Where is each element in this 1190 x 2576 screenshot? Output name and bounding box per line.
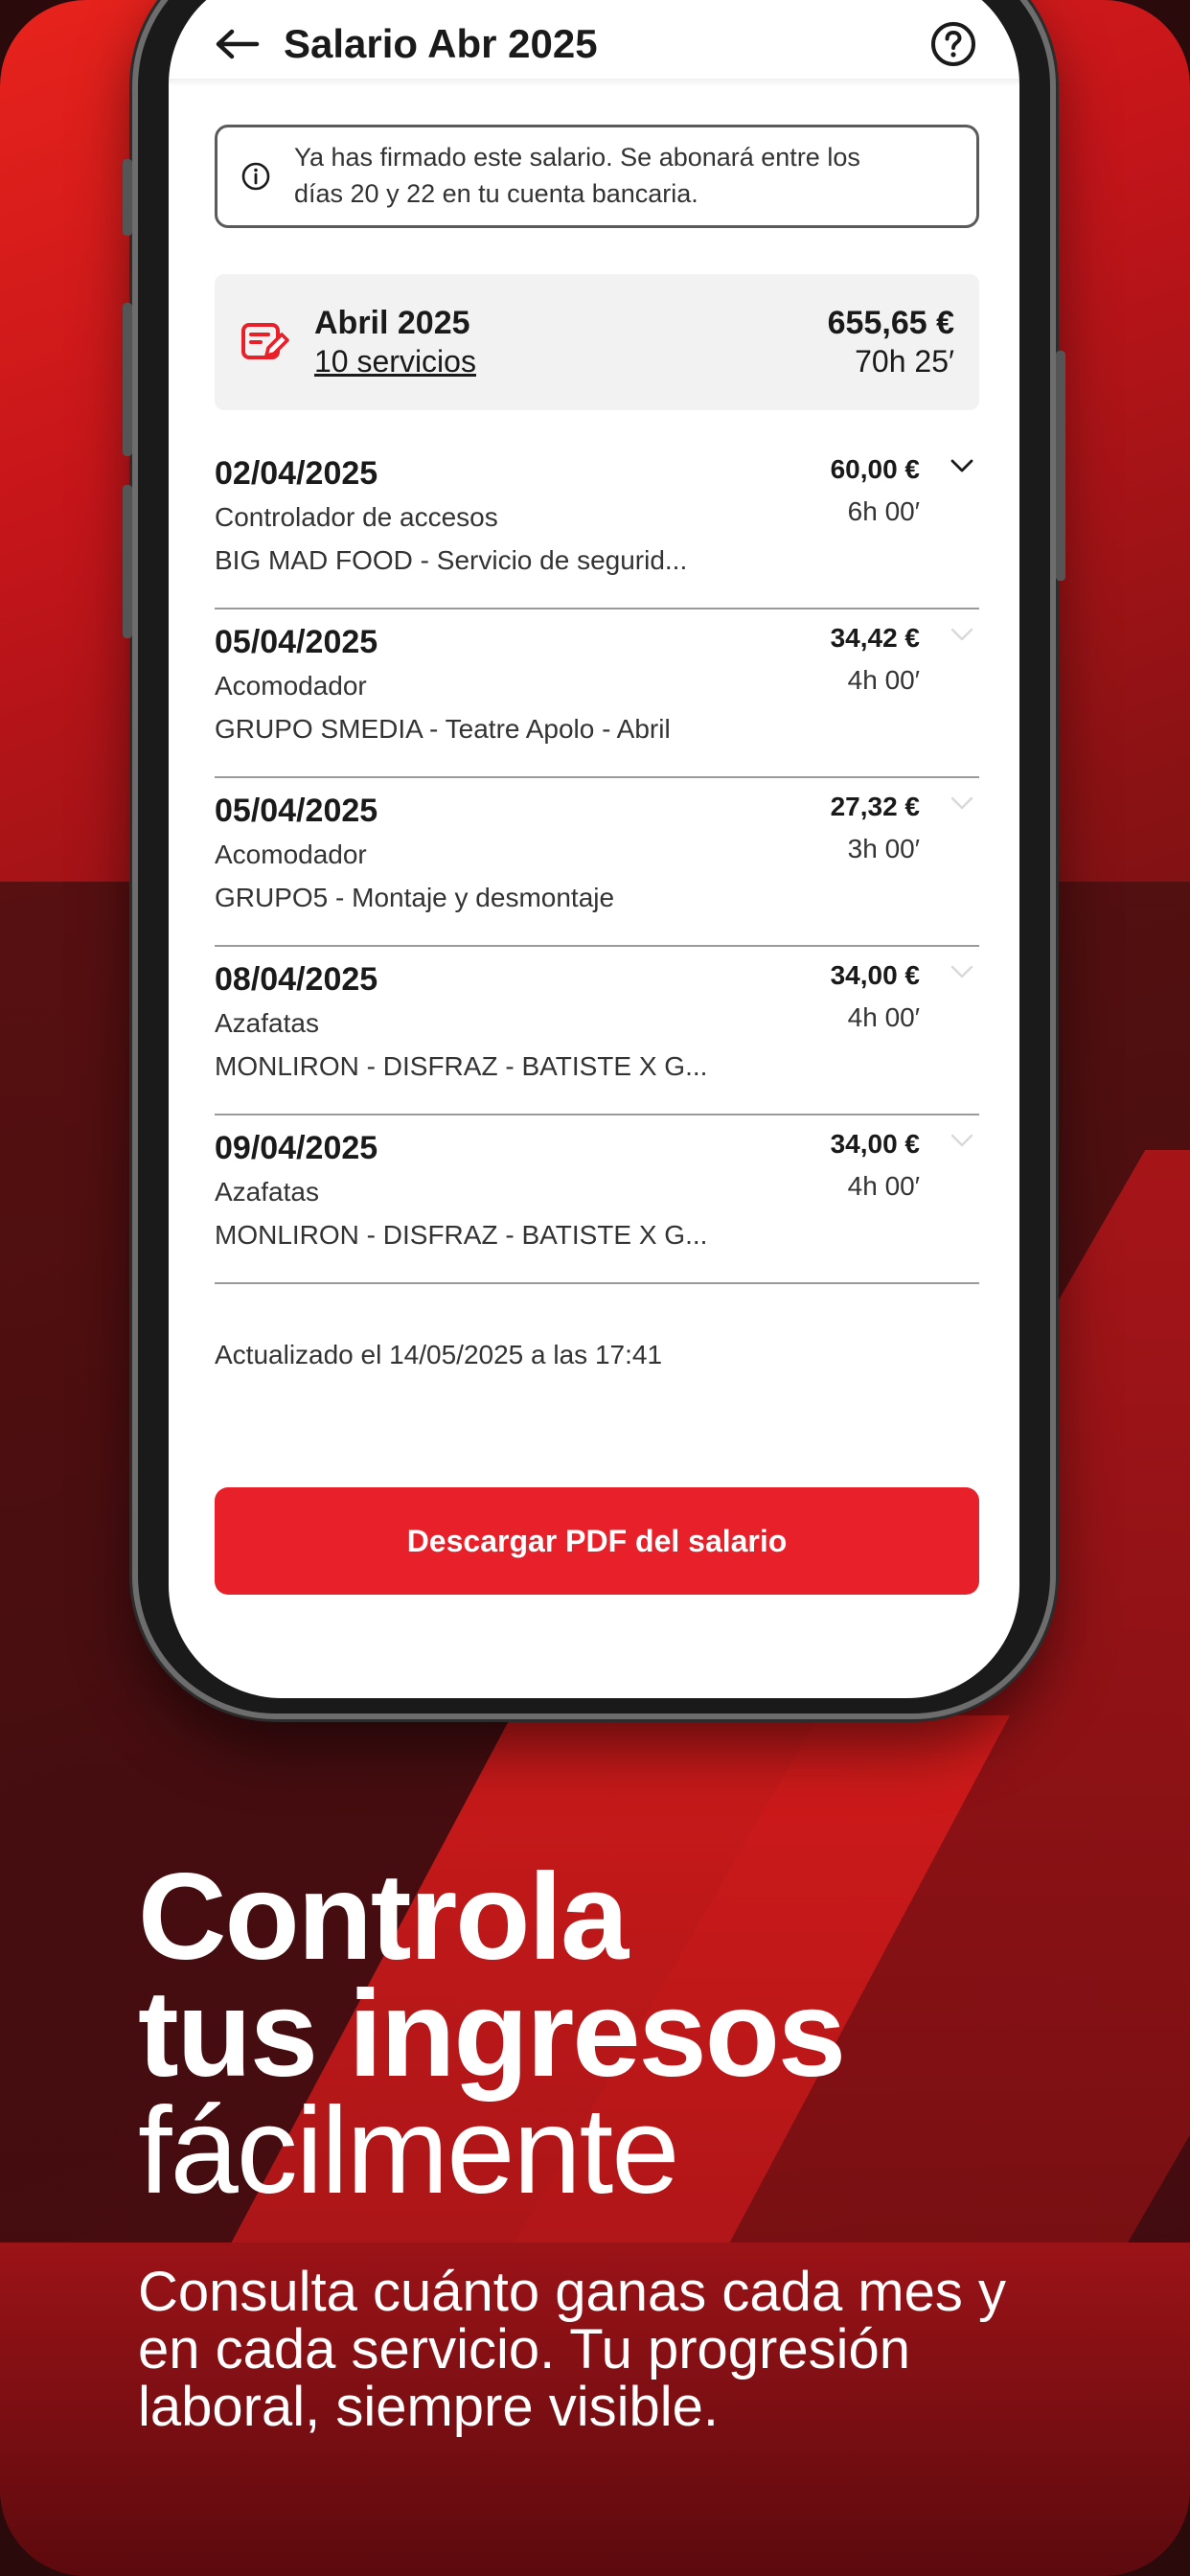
- phone-side-button: [123, 303, 132, 456]
- promo-poster: Salario Abr 2025 Ya has firmado este sal…: [0, 0, 1190, 2576]
- download-pdf-button[interactable]: Descargar PDF del salario: [215, 1487, 979, 1595]
- phone-side-button: [123, 485, 132, 638]
- subtitle: Consulta cuánto ganas cada mes y en cada…: [138, 2261, 1006, 2438]
- chevron-down-icon[interactable]: [949, 625, 975, 644]
- notice-text: Ya has firmado este salario. Se abonará …: [294, 140, 860, 213]
- arrow-left-icon[interactable]: [215, 25, 261, 63]
- service-client: MONLIRON - DISFRAZ - BATISTE X G...: [215, 1051, 708, 1081]
- service-client: GRUPO5 - Montaje y desmontaje: [215, 883, 615, 912]
- services-count-link[interactable]: 10 servicios: [314, 344, 828, 380]
- service-row[interactable]: 05/04/2025 Acomodador GRUPO5 - Montaje y…: [215, 778, 979, 947]
- document-edit-icon: [241, 323, 289, 359]
- summary-left: Abril 2025 10 servicios: [314, 305, 828, 380]
- service-hours: 4h 00′: [847, 1002, 920, 1032]
- chevron-down-icon[interactable]: [949, 794, 975, 813]
- chevron-down-icon[interactable]: [949, 1131, 975, 1150]
- service-hours: 3h 00′: [847, 834, 920, 863]
- headline: Controla tus ingresos fácilmente: [138, 1849, 846, 2220]
- salary-summary: Abril 2025 10 servicios 655,65 € 70h 25′: [215, 274, 979, 410]
- phone-side-button: [123, 159, 132, 236]
- header-divider: [169, 79, 1019, 86]
- service-client: GRUPO SMEDIA - Teatre Apolo - Abril: [215, 714, 671, 744]
- notice-line: días 20 y 22 en tu cuenta bancaria.: [294, 179, 698, 208]
- service-client: BIG MAD FOOD - Servicio de segurid...: [215, 545, 688, 575]
- info-icon: [241, 162, 270, 191]
- headline-line: fácilmente: [138, 2082, 679, 2220]
- service-amount: 34,00 €: [830, 1129, 920, 1159]
- service-hours: 6h 00′: [847, 496, 920, 526]
- summary-month: Abril 2025: [314, 305, 470, 341]
- app-header: Salario Abr 2025: [169, 6, 1019, 82]
- service-amount: 27,32 €: [830, 792, 920, 821]
- phone-screen: Salario Abr 2025 Ya has firmado este sal…: [169, 0, 1019, 1698]
- summary-amount: 655,65 €: [827, 305, 954, 341]
- signed-notice: Ya has firmado este salario. Se abonará …: [215, 125, 979, 228]
- page-title: Salario Abr 2025: [284, 21, 598, 66]
- service-row[interactable]: 05/04/2025 Acomodador GRUPO SMEDIA - Tea…: [215, 610, 979, 778]
- headline-line: Controla: [138, 1849, 629, 1986]
- service-amount: 34,00 €: [830, 960, 920, 990]
- service-hours: 4h 00′: [847, 1171, 920, 1201]
- question-circle-icon[interactable]: [929, 20, 977, 68]
- phone-mockup: Salario Abr 2025 Ya has firmado este sal…: [123, 0, 1065, 1719]
- services-list: 02/04/2025 Controlador de accesos BIG MA…: [215, 441, 979, 1284]
- phone-side-button: [1056, 351, 1065, 581]
- updated-timestamp: Actualizado el 14/05/2025 a las 17:41: [215, 1340, 663, 1369]
- chevron-down-icon[interactable]: [949, 456, 975, 475]
- chevron-down-icon[interactable]: [949, 962, 975, 981]
- service-hours: 4h 00′: [847, 665, 920, 695]
- service-row[interactable]: 09/04/2025 Azafatas MONLIRON - DISFRAZ -…: [215, 1116, 979, 1284]
- headline-line: tus ingresos: [138, 1966, 846, 2103]
- service-row[interactable]: 02/04/2025 Controlador de accesos BIG MA…: [215, 441, 979, 610]
- service-row[interactable]: 08/04/2025 Azafatas MONLIRON - DISFRAZ -…: [215, 947, 979, 1116]
- service-amount: 60,00 €: [830, 454, 920, 484]
- service-amount: 34,42 €: [830, 623, 920, 653]
- service-client: MONLIRON - DISFRAZ - BATISTE X G...: [215, 1220, 708, 1250]
- summary-right: 655,65 € 70h 25′: [828, 305, 954, 380]
- notice-line: Ya has firmado este salario. Se abonará …: [294, 143, 860, 172]
- summary-hours: 70h 25′: [855, 344, 954, 379]
